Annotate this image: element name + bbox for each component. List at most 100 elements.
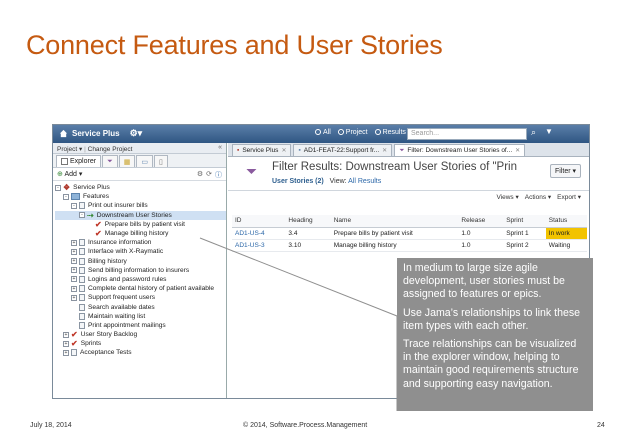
tab-window[interactable]: ▭	[136, 155, 153, 167]
collapse-icon[interactable]: -	[63, 193, 69, 200]
tree-item-label: Service Plus	[73, 184, 110, 192]
grid-icon: ▦	[123, 158, 131, 166]
item-id-link[interactable]: AD1-US-4	[232, 227, 286, 240]
actions-button[interactable]: Actions ▾	[525, 193, 551, 201]
tab-grid[interactable]: ▦	[118, 155, 136, 167]
collapse-icon[interactable]: «	[218, 144, 222, 151]
callout-text-2: Use Jama’s relationships to link these i…	[403, 306, 581, 332]
tree-item[interactable]: Maintain waiting list	[55, 312, 226, 321]
page-number: 24	[597, 422, 605, 429]
tree-item[interactable]: + ✔ Sprints	[55, 339, 226, 348]
collapse-icon[interactable]: -	[79, 212, 85, 219]
expand-icon[interactable]: +	[63, 349, 69, 356]
tree-item-label: Support frequent users	[88, 294, 156, 302]
expand-icon[interactable]: +	[71, 248, 77, 255]
expand-icon[interactable]: +	[71, 267, 77, 274]
result-count: User Stories (2)	[272, 178, 324, 185]
column-header[interactable]: Name	[330, 215, 459, 228]
column-header[interactable]: Release	[458, 215, 504, 228]
tab-page[interactable]: ▯	[153, 155, 168, 167]
help-icon[interactable]: ⓘ	[215, 170, 222, 180]
close-icon[interactable]: ✕	[382, 147, 387, 154]
expand-icon[interactable]: +	[71, 285, 77, 292]
expand-icon[interactable]: +	[63, 331, 69, 338]
filter-icon[interactable]: ▼	[545, 127, 553, 136]
expand-icon[interactable]: +	[71, 258, 77, 265]
tree-item-label: Search available dates	[88, 303, 155, 311]
tree-item[interactable]: + Acceptance Tests	[55, 348, 226, 357]
tree-item[interactable]: Print appointment mailings	[55, 321, 226, 330]
filter-title: Filter Results: Downstream User Stories …	[272, 161, 518, 173]
tab-explorer[interactable]: Explorer	[56, 155, 102, 167]
document-tab[interactable]: ▪ AD1-FEAT-22:Support fr... ✕	[293, 144, 393, 156]
table-row[interactable]: AD1-US-4 3.4 Prepare bills by patient visi…	[232, 227, 587, 240]
gear-icon[interactable]: ⚙▾	[130, 128, 143, 139]
export-button[interactable]: Export ▾	[557, 193, 581, 201]
tab-filters[interactable]: ⏷	[102, 155, 118, 167]
item-icon: ▪	[237, 147, 240, 154]
document-tab[interactable]: ▪ Service Plus ✕	[232, 144, 292, 156]
table-cell: 1.0	[458, 227, 504, 240]
tree-item[interactable]: + Support frequent users	[55, 293, 226, 302]
expand-icon[interactable]: +	[71, 239, 77, 246]
tree-item-label: Complete dental history of patient avail…	[88, 285, 215, 293]
document-tab[interactable]: ⏷ Filter: Downstream User Stories of... ✕	[394, 144, 526, 156]
table-row[interactable]: AD1-US-3 3.10 Manage billing history 1.0 Spr…	[232, 239, 587, 252]
column-header[interactable]: Heading	[285, 215, 331, 228]
tree-item[interactable]: + ✔ User Story Backlog	[55, 330, 226, 339]
scope-all[interactable]: All	[315, 129, 331, 136]
tree-item-label: Billing history	[88, 257, 127, 265]
tree-item[interactable]: - Features	[55, 192, 226, 201]
document-icon	[79, 303, 85, 311]
change-project-link[interactable]: Change Project	[88, 146, 133, 153]
tree-item-label: Send billing information to insurers	[88, 266, 190, 274]
expand-icon[interactable]: +	[63, 340, 69, 347]
table-cell: Manage billing history	[330, 239, 459, 252]
tree-item[interactable]: - ❖ Service Plus	[55, 183, 226, 192]
view-label: View:	[329, 178, 347, 185]
tree-item[interactable]: + Send billing information to insurers	[55, 266, 226, 275]
add-button[interactable]: ⊕ Add ▾	[57, 171, 82, 178]
expand-icon[interactable]: +	[71, 294, 77, 301]
settings-icon[interactable]: ⚙	[197, 170, 203, 180]
tree-item-label: Print appointment mailings	[88, 321, 166, 329]
close-icon[interactable]: ✕	[281, 147, 286, 154]
search-input[interactable]: Search...	[407, 128, 527, 140]
view-all-results-link[interactable]: All Results	[348, 178, 381, 185]
document-tab-label: Filter: Downstream User Stories of...	[407, 147, 513, 154]
expand-icon[interactable]: +	[71, 276, 77, 283]
explorer-icon	[61, 158, 68, 165]
tree-item[interactable]: + Interface with X-Raymatic	[55, 247, 226, 256]
filter-button[interactable]: Filter ▾	[549, 164, 581, 178]
column-header[interactable]: Status	[545, 215, 587, 228]
project-menu[interactable]: Project ▾	[57, 146, 82, 153]
tree-item[interactable]: ✔ Prepare bills by patient visit	[55, 220, 226, 229]
document-icon	[79, 202, 85, 210]
tree-item[interactable]: + Logins and password rules	[55, 275, 226, 284]
search-icon[interactable]: ⌕	[531, 127, 536, 138]
brand[interactable]: Service Plus ⚙▾	[59, 128, 142, 139]
column-header[interactable]: ID	[232, 215, 286, 228]
collapse-icon[interactable]: -	[55, 184, 61, 191]
tree-item[interactable]: + Insurance information	[55, 238, 226, 247]
item-id-link[interactable]: AD1-US-3	[232, 239, 286, 252]
tree-item[interactable]: Search available dates	[55, 302, 226, 311]
refresh-icon[interactable]: ⟳	[206, 170, 212, 180]
tree-item[interactable]: + Complete dental history of patient avai…	[55, 284, 226, 293]
document-icon	[79, 239, 85, 247]
collapse-icon[interactable]: -	[71, 202, 77, 209]
document-icon	[79, 312, 85, 320]
results-toolbar: Views ▾ Actions ▾ Export ▾	[228, 191, 589, 203]
views-button[interactable]: Views ▾	[496, 193, 518, 201]
column-header[interactable]: Sprint	[503, 215, 546, 228]
tree-item[interactable]: - ⇢ Downstream User Stories	[55, 210, 226, 220]
tree-item-label: Insurance information	[88, 239, 152, 247]
tree-item[interactable]: - Print out insurer bills	[55, 201, 226, 210]
tree-item[interactable]: + Billing history	[55, 257, 226, 266]
scope-results[interactable]: Results	[374, 129, 406, 136]
table-header-row: ID Heading Name Release Sprint Status	[232, 215, 587, 228]
close-icon[interactable]: ✕	[515, 147, 520, 154]
table-cell: 3.10	[285, 239, 331, 252]
scope-project[interactable]: Project	[337, 129, 368, 136]
tree-item[interactable]: ✔ Manage billing history	[55, 229, 226, 238]
